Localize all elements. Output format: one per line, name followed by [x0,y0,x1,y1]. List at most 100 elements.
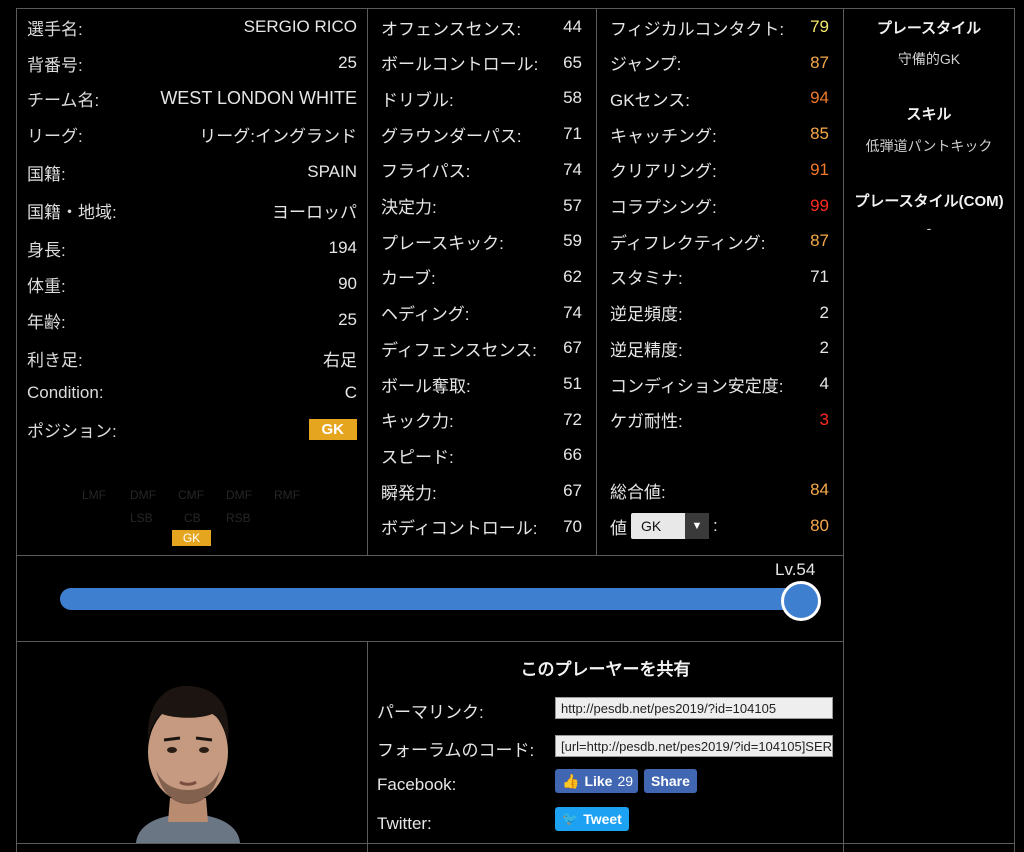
stat-row: ヘディング: 74 [381,298,582,328]
profile-label: 身長: [27,240,66,260]
stat-row: グラウンダーパス: 71 [381,119,582,149]
profile-value: SPAIN [307,162,357,181]
stat-value: 74 [563,159,582,179]
player-portrait [136,685,240,843]
com-playstyle-value: - [926,220,932,236]
profile-value: SERGIO RICO [243,17,357,36]
stat-value: 71 [563,124,582,144]
profile-label: チーム名: [27,90,100,110]
stat-label: ヘディング: [381,305,470,325]
stat-label: グラウンダーパス: [381,126,522,146]
position-map-label: DMF [130,488,156,502]
facebook-label: Facebook: [377,775,457,794]
stat-value: 3 [819,409,829,429]
stat-value: 99 [810,195,829,215]
position-map-label: RSB [226,511,251,525]
position-label: ポジション: [27,421,117,441]
stat-value: 72 [563,409,582,429]
stat-row: オフェンスセンス: 44 [381,12,582,42]
stat-row: ディフレクティング: 87 [610,226,829,256]
profile-row: Condition: C [27,378,357,408]
stat-row: ボディコントロール: 70 [381,512,582,542]
stat-value: 2 [819,302,829,322]
profile-value: WEST LONDON WHITE [160,87,357,108]
stat-label: GKセンス: [610,90,690,110]
playstyle-value: 守備的GK [897,51,961,67]
stats-panel-right: 総合値: 84 値 GK ▼ : 80 フィジカルコンタクト: 79 ジャンプ: 87… [597,12,843,555]
position-rating-colon: : [713,516,718,535]
stat-row: カーブ: 62 [381,262,582,292]
stat-label: プレースキック: [381,233,504,253]
position-map-label: LSB [130,511,153,525]
profile-label: 国籍・地域: [27,202,117,222]
stat-row: 瞬発力: 67 [381,476,582,506]
profile-label: 背番号: [27,55,83,75]
profile-value: 90 [338,274,357,293]
level-slider-track[interactable] [60,588,800,610]
stat-value: 58 [563,88,582,108]
level-label: Lv.54 [775,560,816,579]
playstyle-title: プレースタイル [876,20,982,37]
stat-label: キック力: [381,412,454,432]
overall-row: 総合値: 84 [610,475,829,505]
stat-label: コンディション安定度: [610,376,784,396]
stat-label: 瞬発力: [381,483,437,503]
stat-label: コラプシング: [610,198,717,217]
stat-row: コンディション安定度: 4 [610,369,829,399]
profile-row: 背番号: 25 [27,48,357,78]
stat-value: 79 [810,17,829,36]
position-select-value: GK [641,518,662,534]
like-label: Like [584,773,613,789]
stat-row: キャッチング: 85 [610,119,829,149]
profile-row: 身長: 194 [27,233,357,263]
stat-label: ジャンプ: [610,55,682,75]
stat-value: 85 [810,124,829,144]
forum-code-field[interactable]: [url=http://pesdb.net/pes2019/?id=104105… [555,735,833,757]
stat-label: ボディコントロール: [381,519,538,539]
stat-value: 4 [819,374,829,393]
stat-value: 51 [563,374,582,393]
profile-row: チーム名: WEST LONDON WHITE [27,83,357,113]
profile-value: C [344,383,357,402]
tweet-button[interactable]: 🐦 Tweet [555,807,629,831]
stat-row: コラプシング: 99 [610,191,829,221]
stat-label: 逆足頻度: [610,305,683,325]
divider [843,8,844,852]
stat-row: スピード: 66 [381,440,582,470]
stat-label: フィジカルコンタクト: [610,19,785,39]
stat-value: 94 [810,88,829,108]
stat-value: 62 [563,266,582,286]
position-map-label: RMF [274,488,300,502]
stat-row: ボール奪取: 51 [381,369,582,399]
stat-row: ディフェンスセンス: 67 [381,333,582,363]
level-slider-handle[interactable] [781,581,821,621]
profile-value: リーグ:イングランド [199,126,357,146]
profile-label: 選手名: [27,19,83,39]
stat-row: キック力: 72 [381,405,582,435]
stat-row: フライパス: 74 [381,155,582,185]
profile-row: 年齢: 25 [27,305,357,335]
com-playstyle-title: プレースタイル(COM) [854,193,1004,210]
position-select[interactable]: GK ▼ [631,513,709,539]
profile-value: 右足 [323,350,357,370]
stat-label: ディフレクティング: [610,233,766,253]
stat-row: フィジカルコンタクト: 79 [610,12,829,42]
divider [16,555,843,556]
facebook-like-button[interactable]: 👍 Like 29 [555,769,638,793]
thumbs-up-icon: 👍 [562,772,580,789]
stat-label: スタミナ: [610,269,683,289]
profile-row: リーグ: リーグ:イングランド [27,119,357,149]
stat-label: オフェンスセンス: [381,19,522,39]
facebook-share-button[interactable]: Share [644,769,697,793]
stat-row: スタミナ: 71 [610,262,829,292]
stat-value: 2 [819,338,829,358]
forum-code-label: フォーラムのコード: [377,741,535,760]
permalink-field[interactable]: http://pesdb.net/pes2019/?id=104105 [555,697,833,719]
skills-title: スキル [906,106,952,123]
profile-label: 国籍: [27,164,66,184]
stat-value: 66 [563,445,582,465]
profile-row: 国籍: SPAIN [27,157,357,187]
stat-value: 71 [810,266,829,286]
stat-value: 59 [563,231,582,251]
stat-row: 逆足頻度: 2 [610,298,829,328]
